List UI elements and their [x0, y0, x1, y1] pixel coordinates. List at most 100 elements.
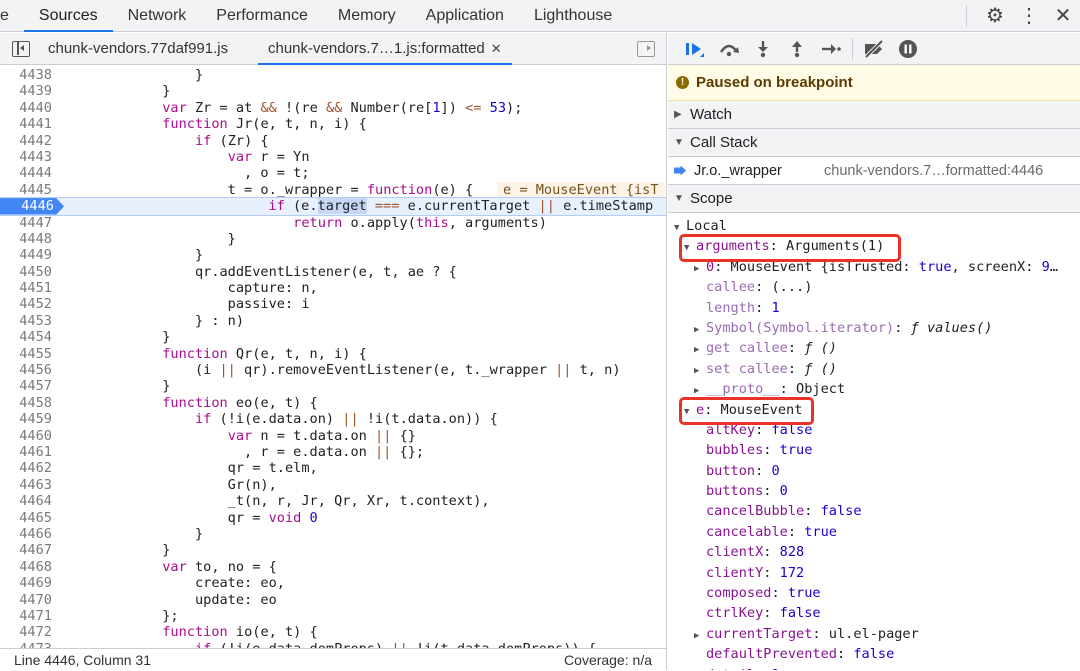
- code-line[interactable]: 4438 }: [0, 67, 666, 83]
- code-line[interactable]: 4472 function io(e, t) {: [0, 624, 666, 640]
- scope-item[interactable]: defaultPrevented: false: [668, 644, 1080, 664]
- collapse-triangle-icon[interactable]: ▼: [674, 218, 686, 236]
- line-number[interactable]: 4461: [0, 444, 56, 460]
- resume-icon[interactable]: [678, 33, 712, 65]
- code-line[interactable]: 4458 function eo(e, t) {: [0, 395, 666, 411]
- code-line[interactable]: 4467 }: [0, 542, 666, 558]
- expand-triangle-icon[interactable]: ▶: [694, 626, 706, 644]
- code-line[interactable]: 4473 if (!i(e.data.domProps) || !i(t.dat…: [0, 641, 666, 648]
- panel-tab-sources[interactable]: Sources: [23, 0, 113, 32]
- line-number[interactable]: 4468: [0, 559, 56, 575]
- scope-item[interactable]: ▶ get callee: ƒ (): [668, 338, 1080, 358]
- collapse-triangle-icon[interactable]: ▼: [684, 402, 696, 420]
- code-line[interactable]: 4465 qr = void 0: [0, 510, 666, 526]
- panel-tab-network[interactable]: Network: [113, 0, 202, 32]
- scope-item[interactable]: ▶ Symbol(Symbol.iterator): ƒ values(): [668, 318, 1080, 338]
- scope-item[interactable]: cancelable: true: [668, 522, 1080, 542]
- call-frame[interactable]: Jr.o._wrapper chunk-vendors.7…formatted:…: [668, 157, 1080, 185]
- scope-item[interactable]: bubbles: true: [668, 440, 1080, 460]
- line-number[interactable]: 4462: [0, 460, 56, 476]
- line-number[interactable]: 4440: [0, 100, 56, 116]
- code-line[interactable]: 4471 };: [0, 608, 666, 624]
- code-line-breakpoint[interactable]: 4446 if (e.target === e.currentTarget ||…: [0, 197, 666, 216]
- scope-item[interactable]: ▼ e: MouseEvent: [668, 400, 1080, 420]
- scope-item[interactable]: ▶ currentTarget: ul.el-pager: [668, 624, 1080, 644]
- panel-tab-e[interactable]: e: [0, 0, 24, 32]
- code-line[interactable]: 4441 function Jr(e, t, n, i) {: [0, 116, 666, 132]
- code-line[interactable]: 4445 t = o._wrapper = function(e) {e = M…: [0, 181, 666, 199]
- line-number[interactable]: 4457: [0, 378, 56, 394]
- line-number[interactable]: 4460: [0, 428, 56, 444]
- code-line[interactable]: 4451 capture: n,: [0, 280, 666, 296]
- file-tab-minified[interactable]: chunk-vendors.77daf991.js: [48, 33, 228, 65]
- expand-triangle-icon[interactable]: ▶: [694, 381, 706, 399]
- panel-tab-performance[interactable]: Performance: [201, 0, 323, 32]
- line-number[interactable]: 4443: [0, 149, 56, 165]
- line-number[interactable]: 4464: [0, 493, 56, 509]
- code-line[interactable]: 4457 }: [0, 378, 666, 394]
- line-number[interactable]: 4450: [0, 264, 56, 280]
- code-line[interactable]: 4440 var Zr = at && !(re && Number(re[1]…: [0, 100, 666, 116]
- line-number[interactable]: 4438: [0, 67, 56, 83]
- scope-item[interactable]: ▶ set callee: ƒ (): [668, 359, 1080, 379]
- code-view[interactable]: 4438 } 4439 } 4440 var Zr = at && !(re && …: [0, 67, 666, 648]
- step-into-icon[interactable]: [746, 33, 780, 65]
- close-tab-icon[interactable]: ✕: [491, 41, 502, 56]
- line-number[interactable]: 4465: [0, 510, 56, 526]
- line-number[interactable]: 4459: [0, 411, 56, 427]
- pause-on-exceptions-icon[interactable]: [891, 33, 925, 65]
- scope-section-header[interactable]: ▼ Scope: [668, 185, 1080, 213]
- code-line[interactable]: 4456 (i || qr).removeEventListener(e, t.…: [0, 362, 666, 378]
- code-line[interactable]: 4459 if (!i(e.data.on) || !i(t.data.on))…: [0, 411, 666, 427]
- file-tab-formatted[interactable]: chunk-vendors.7…1.js:formatted ✕: [258, 33, 512, 65]
- line-number[interactable]: 4449: [0, 247, 56, 263]
- code-line[interactable]: 4444 , o = t;: [0, 165, 666, 181]
- code-line[interactable]: 4464 _t(n, r, Jr, Qr, Xr, t.context),: [0, 493, 666, 509]
- line-number[interactable]: 4453: [0, 313, 56, 329]
- line-number[interactable]: 4442: [0, 133, 56, 149]
- code-line[interactable]: 4450 qr.addEventListener(e, t, ae ? {: [0, 264, 666, 280]
- more-vertical-icon[interactable]: ⋮: [1012, 0, 1046, 32]
- expand-triangle-icon[interactable]: ▶: [694, 259, 706, 277]
- line-number[interactable]: 4456: [0, 362, 56, 378]
- code-line[interactable]: 4443 var r = Yn: [0, 149, 666, 165]
- expand-triangle-icon[interactable]: ▶: [694, 361, 706, 379]
- line-number[interactable]: 4448: [0, 231, 56, 247]
- scope-item[interactable]: detail: 1: [668, 665, 1080, 670]
- scope-item[interactable]: ▼ arguments: Arguments(1): [668, 236, 1080, 256]
- scope-item[interactable]: ▶ 0: MouseEvent {isTrusted: true, screenX…: [668, 257, 1080, 277]
- code-line[interactable]: 4453 } : n): [0, 313, 666, 329]
- watch-section-header[interactable]: ▶ Watch: [668, 101, 1080, 129]
- step-over-icon[interactable]: [712, 33, 746, 65]
- line-number[interactable]: 4467: [0, 542, 56, 558]
- line-number[interactable]: 4441: [0, 116, 56, 132]
- line-number[interactable]: 4447: [0, 215, 56, 231]
- line-number[interactable]: 4463: [0, 477, 56, 493]
- line-number[interactable]: 4470: [0, 592, 56, 608]
- code-line[interactable]: 4470 update: eo: [0, 592, 666, 608]
- coverage-status[interactable]: Coverage: n/a: [564, 649, 652, 671]
- code-line[interactable]: 4462 qr = t.elm,: [0, 460, 666, 476]
- code-line[interactable]: 4452 passive: i: [0, 296, 666, 312]
- navigator-toggle-icon[interactable]: [12, 41, 30, 57]
- breakpoint-marker[interactable]: 4446: [0, 198, 64, 215]
- code-line[interactable]: 4442 if (Zr) {: [0, 133, 666, 149]
- line-number[interactable]: 4469: [0, 575, 56, 591]
- deactivate-breakpoints-icon[interactable]: [857, 33, 891, 65]
- code-line[interactable]: 4439 }: [0, 83, 666, 99]
- line-number[interactable]: 4466: [0, 526, 56, 542]
- panel-tab-application[interactable]: Application: [411, 0, 519, 32]
- line-number[interactable]: 4472: [0, 624, 56, 640]
- close-icon[interactable]: ✕: [1046, 0, 1080, 32]
- scope-item[interactable]: length: 1: [668, 298, 1080, 318]
- scope-item[interactable]: callee: (...): [668, 277, 1080, 297]
- line-number[interactable]: 4455: [0, 346, 56, 362]
- code-line[interactable]: 4469 create: eo,: [0, 575, 666, 591]
- line-number[interactable]: 4454: [0, 329, 56, 345]
- code-line[interactable]: 4463 Gr(n),: [0, 477, 666, 493]
- code-line[interactable]: 4449 }: [0, 247, 666, 263]
- panel-tab-lighthouse[interactable]: Lighthouse: [519, 0, 627, 32]
- code-line[interactable]: 4461 , r = e.data.on || {};: [0, 444, 666, 460]
- line-number[interactable]: 4439: [0, 83, 56, 99]
- scope-item[interactable]: clientY: 172: [668, 563, 1080, 583]
